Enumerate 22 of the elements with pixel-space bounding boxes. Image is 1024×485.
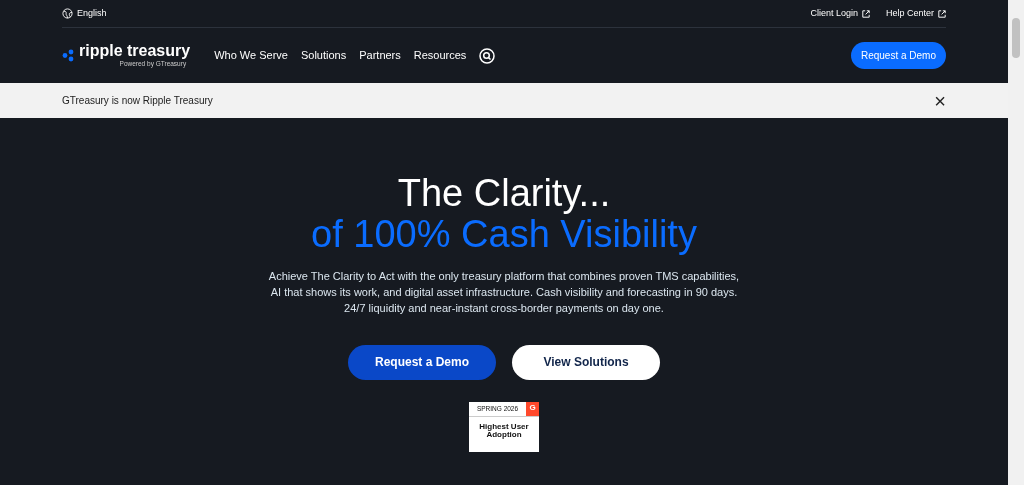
hero-title: The Clarity... <box>396 173 612 215</box>
search-icon[interactable] <box>479 47 496 64</box>
language-selector[interactable]: English <box>77 6 107 21</box>
external-link[interactable]: Help Center <box>885 6 946 21</box>
request-demo-button[interactable]: Request a Demo <box>348 344 496 380</box>
request-demo-button[interactable]: Request a Demo <box>850 42 946 69</box>
nav-link[interactable]: Who We Serve <box>214 47 288 64</box>
g2-logo: G <box>526 401 539 416</box>
scrollbar[interactable] <box>1008 0 1024 485</box>
view-solutions-button[interactable]: View Solutions <box>512 344 660 380</box>
nav-link[interactable]: Resources <box>413 47 467 64</box>
nav-link[interactable]: Solutions <box>300 47 347 64</box>
hero-description: Achieve The Clarity to Act with the only treasury platform that combines proven TMS capabilities, AI that shows its work, and digital asset infrastructure. Cash visibility and forecasting in 90 days. 24/7 liquidity and near-instant cross-border payments on day one. <box>267 269 741 316</box>
hero-subtitle: of 100% Cash Visibility <box>310 214 698 256</box>
nav-link[interactable]: Partners <box>359 47 401 64</box>
external-link[interactable]: Client Login <box>810 6 870 21</box>
announcement-text: GTreasury is now Ripple Treasury <box>62 94 213 108</box>
award-title: Highest User Adoption <box>478 420 530 442</box>
close-button[interactable]: × <box>934 90 946 111</box>
external-link-icon <box>938 9 946 18</box>
external-link-icon <box>861 9 870 18</box>
globe-icon <box>62 8 73 19</box>
